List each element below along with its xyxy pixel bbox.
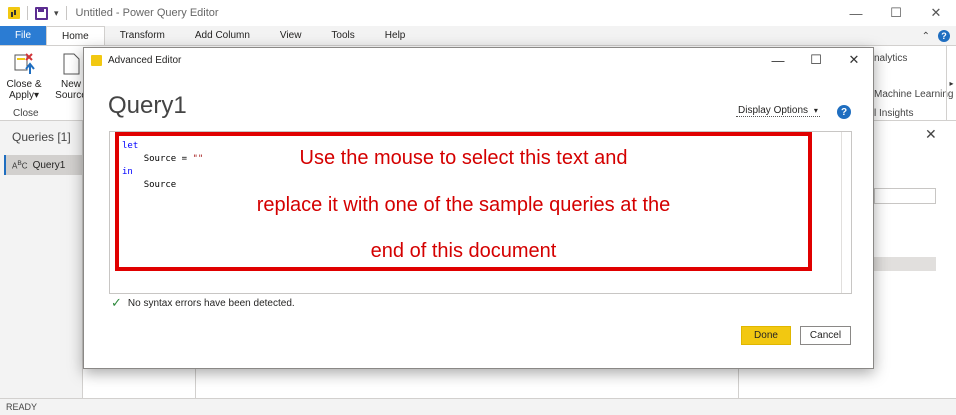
maximize-button[interactable]: ☐ xyxy=(876,0,916,26)
save-icon[interactable] xyxy=(35,6,48,20)
close-group-label: Close xyxy=(13,108,39,119)
chevron-down-icon: ▾ xyxy=(813,106,818,115)
cancel-button[interactable]: Cancel xyxy=(800,326,851,345)
title-bar: ▾ Untitled - Power Query Editor — ☐ ✕ xyxy=(0,0,956,26)
new-source-icon xyxy=(63,53,80,75)
minimize-button[interactable]: — xyxy=(836,0,876,26)
display-options-label: Display Options xyxy=(738,105,809,116)
annotation-line-3: end of this document xyxy=(370,240,557,262)
collapse-ribbon-icon[interactable]: ⌃ xyxy=(922,31,930,42)
close-apply-label-2: Apply xyxy=(8,90,34,101)
divider xyxy=(65,6,67,20)
tab-view[interactable]: View xyxy=(265,26,317,45)
window-title: Untitled - Power Query Editor xyxy=(75,7,219,19)
query-list-item[interactable]: ABC Query1 xyxy=(4,155,83,175)
annotation-line-1: Use the mouse to select this text and xyxy=(299,147,628,169)
close-apply-label: Close & xyxy=(6,79,42,90)
queries-panel: Queries [1] ABC Query1 xyxy=(0,121,83,398)
close-apply-button[interactable]: Close & Apply▾ xyxy=(4,52,44,101)
status-bar: READY xyxy=(0,398,956,415)
insights-label: l Insights xyxy=(874,108,914,119)
quick-access-dropdown-icon[interactable]: ▾ xyxy=(54,8,59,19)
query-item-label: Query1 xyxy=(32,159,66,171)
close-pane-icon[interactable]: ✕ xyxy=(925,126,937,143)
query-name-field[interactable] xyxy=(874,188,936,204)
close-apply-icon xyxy=(14,53,35,74)
machine-learning-label[interactable]: Machine Learning xyxy=(874,89,954,100)
text-type-icon: ABC xyxy=(12,159,28,171)
divider xyxy=(195,369,196,398)
help-icon[interactable]: ? xyxy=(938,30,950,42)
close-button[interactable]: ✕ xyxy=(916,0,956,26)
help-icon[interactable]: ? xyxy=(837,105,851,119)
annotation-line-2: replace it with one of the sample querie… xyxy=(256,194,671,216)
syntax-status-text: No syntax errors have been detected. xyxy=(127,297,295,309)
checkmark-icon: ✓ xyxy=(111,295,122,310)
editor-scrollbar[interactable] xyxy=(841,132,851,293)
power-bi-logo-icon xyxy=(91,54,102,66)
tab-help[interactable]: Help xyxy=(370,26,421,45)
status-text: READY xyxy=(6,402,38,412)
ribbon-scroll-right-icon[interactable]: ▸ xyxy=(946,46,956,121)
advanced-editor-dialog: Advanced Editor — ☐ ✕ Query1 Display Opt… xyxy=(83,47,874,369)
dialog-minimize-button[interactable]: — xyxy=(759,48,797,72)
tab-tools[interactable]: Tools xyxy=(316,26,369,45)
query-name-heading: Query1 xyxy=(108,92,187,119)
queries-panel-title: Queries [1] xyxy=(12,130,71,144)
tab-transform[interactable]: Transform xyxy=(105,26,180,45)
applied-steps-header xyxy=(874,257,936,271)
done-button[interactable]: Done xyxy=(741,326,791,345)
tab-home[interactable]: Home xyxy=(46,26,105,45)
divider xyxy=(27,6,28,20)
tab-add-column[interactable]: Add Column xyxy=(180,26,265,45)
display-options-dropdown[interactable]: Display Options ▾ xyxy=(736,105,820,117)
syntax-status: ✓ No syntax errors have been detected. xyxy=(111,295,295,311)
tab-file[interactable]: File xyxy=(0,26,46,45)
annotation-box: Use the mouse to select this text and re… xyxy=(115,132,812,271)
dialog-maximize-button[interactable]: ☐ xyxy=(797,48,835,72)
dialog-title: Advanced Editor xyxy=(108,54,182,66)
power-bi-logo-icon xyxy=(8,7,20,19)
ribbon-tabs: File Home Transform Add Column View Tool… xyxy=(0,26,956,46)
dialog-close-button[interactable]: ✕ xyxy=(835,48,873,72)
dialog-title-bar: Advanced Editor — ☐ ✕ xyxy=(84,48,873,72)
analytics-label[interactable]: nalytics xyxy=(874,53,907,64)
